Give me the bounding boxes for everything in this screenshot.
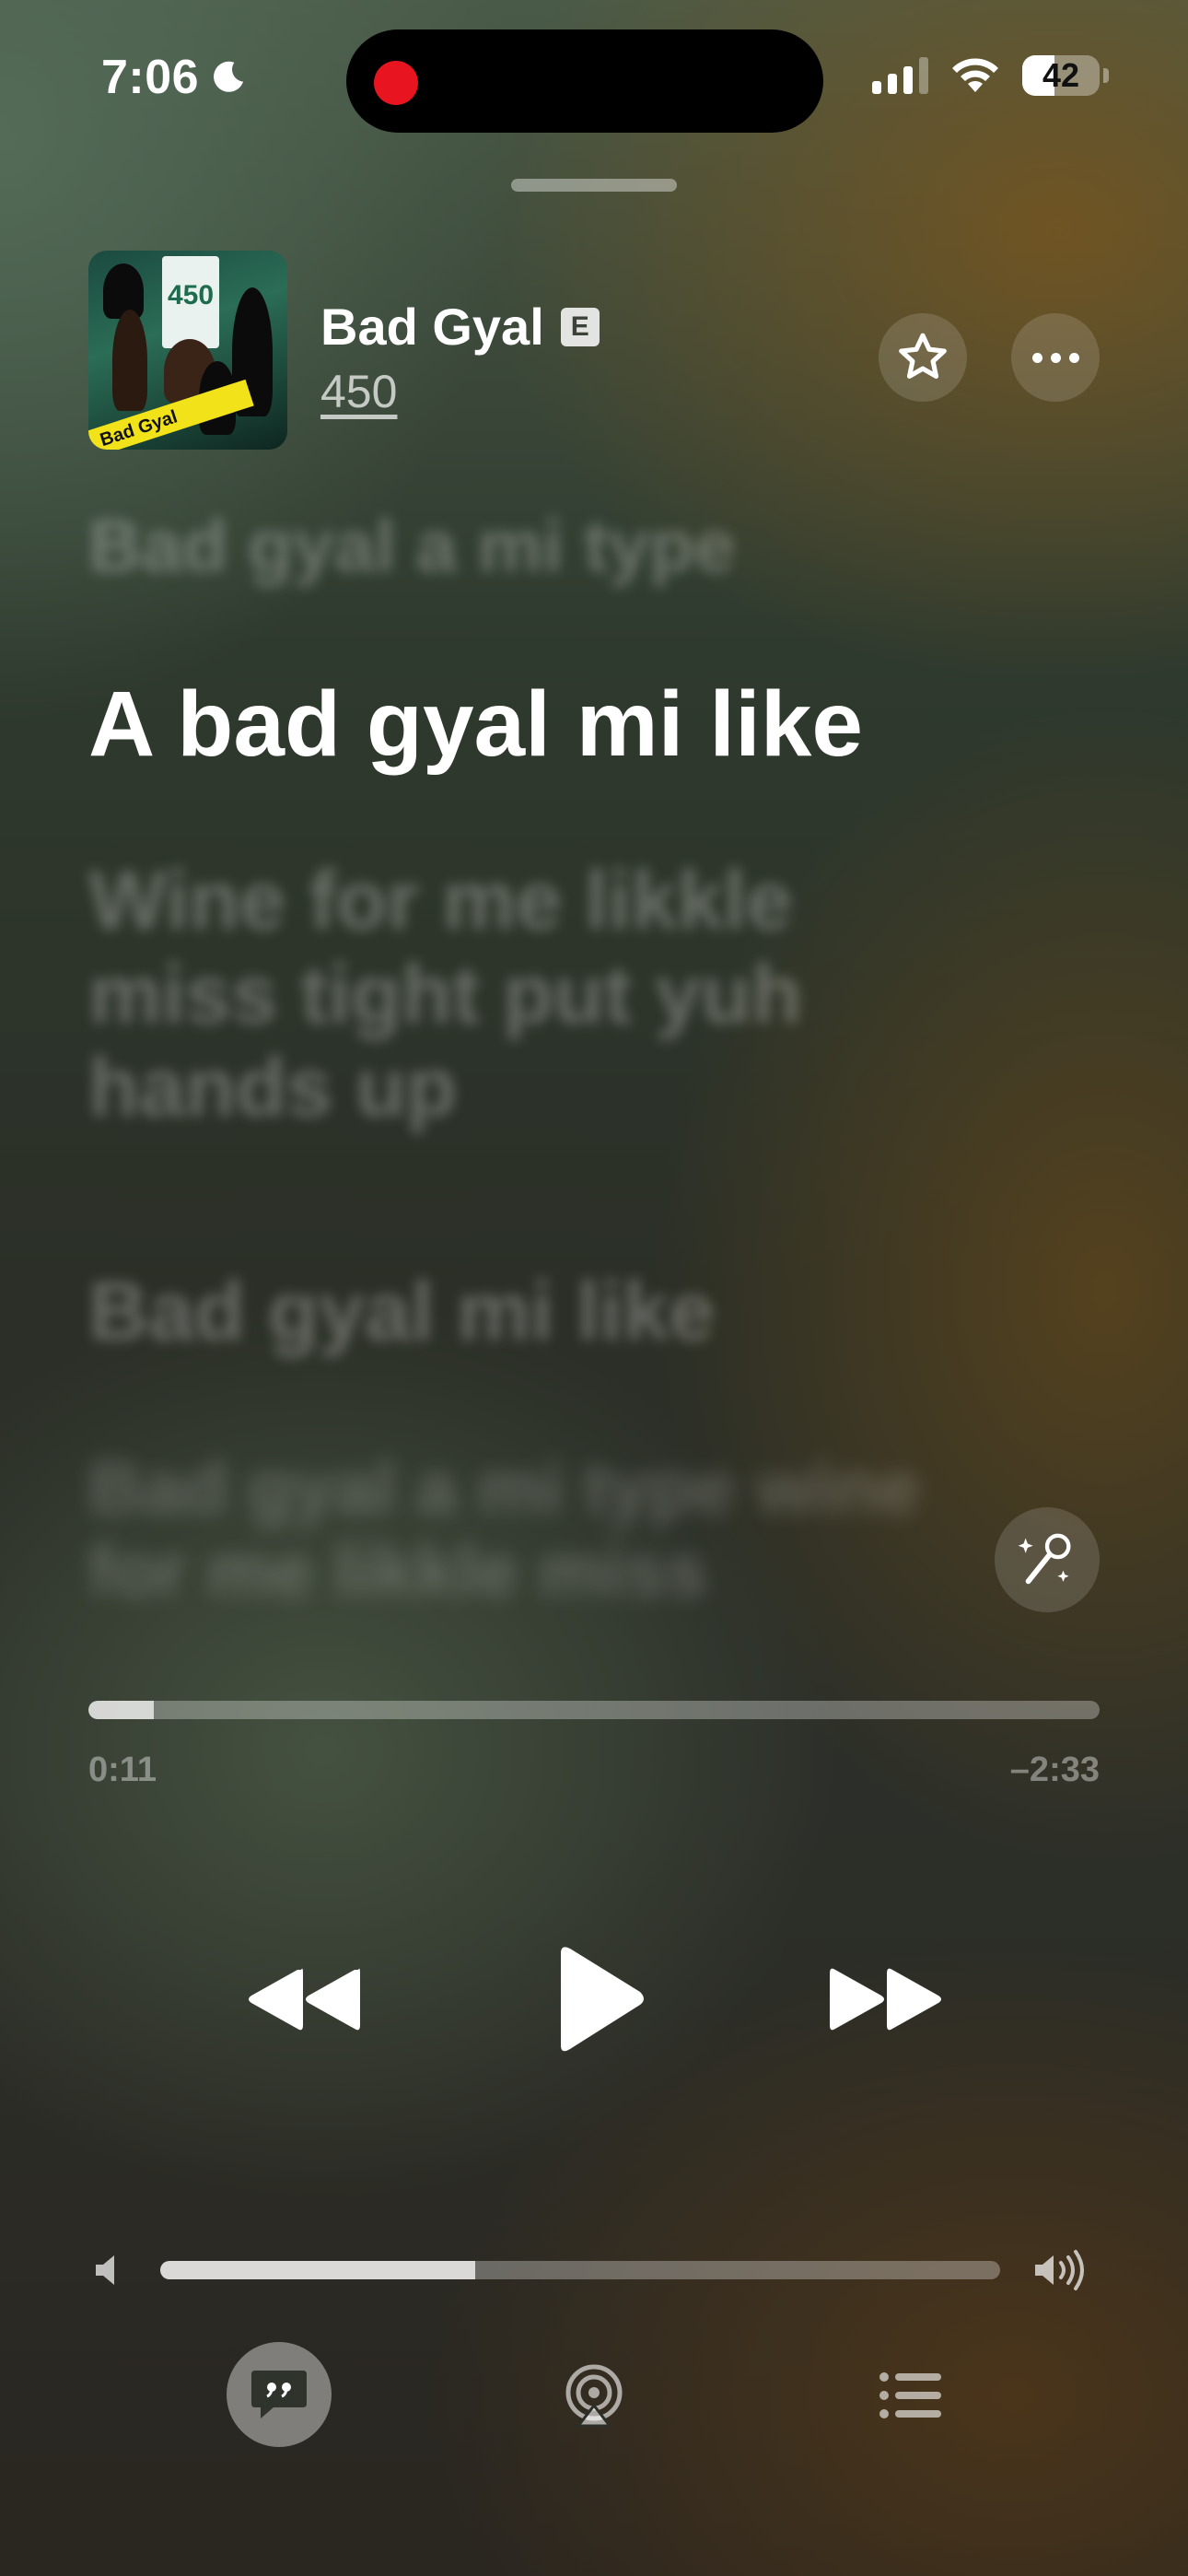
lyric-line-previous[interactable]: Bad gyal a mi type	[88, 505, 735, 588]
status-indicators: 42	[872, 55, 1109, 96]
album-artwork[interactable]: 450 Bad Gyal	[88, 251, 287, 450]
dynamic-island[interactable]	[346, 29, 823, 133]
song-title[interactable]: Bad Gyal E	[320, 297, 600, 357]
battery-nub	[1103, 68, 1109, 83]
remaining-time: –2:33	[1009, 1751, 1100, 1789]
favorite-button[interactable]	[879, 313, 967, 402]
play-icon	[561, 1947, 644, 2052]
wifi-icon	[952, 58, 998, 92]
battery-level: 42	[1042, 56, 1080, 94]
fast-forward-icon	[830, 1968, 941, 2031]
moon-icon	[214, 61, 244, 92]
volume-low-icon	[96, 2255, 114, 2285]
lyric-line-next-3[interactable]: Bad gyal a mi type wine for me likkle mi…	[88, 1446, 1009, 1613]
lyric-line-current[interactable]: A bad gyal mi like	[88, 673, 863, 777]
elapsed-time: 0:11	[88, 1751, 157, 1789]
queue-button[interactable]	[869, 2359, 952, 2432]
quote-bubble-icon	[251, 2371, 307, 2418]
cellular-signal-icon	[872, 57, 928, 94]
artist-link[interactable]: 450	[320, 365, 397, 418]
play-button[interactable]	[525, 1926, 672, 2073]
lyric-line-next-2[interactable]: Bad gyal mi like	[88, 1266, 715, 1360]
more-button[interactable]	[1011, 313, 1100, 402]
list-icon	[879, 2372, 941, 2418]
lyrics-toggle-button[interactable]	[227, 2342, 332, 2447]
status-time: 7:06	[101, 50, 249, 105]
ellipsis-icon	[1031, 352, 1079, 363]
sing-button[interactable]	[995, 1507, 1100, 1612]
battery-icon: 42	[1022, 55, 1100, 96]
artwork-sign: 450	[162, 256, 219, 348]
rewind-icon	[249, 1968, 360, 2031]
volume-slider-fill	[160, 2261, 475, 2279]
star-icon	[899, 333, 947, 379]
volume-slider[interactable]	[160, 2261, 1000, 2279]
explicit-badge: E	[560, 307, 600, 346]
playback-scrubber[interactable]	[88, 1701, 1100, 1719]
fast-forward-button[interactable]	[810, 1944, 958, 2055]
lyric-line-next[interactable]: Wine for me likkle miss tight put yuh ha…	[88, 855, 973, 1136]
sheet-grabber[interactable]	[511, 179, 677, 192]
airplay-icon	[565, 2364, 623, 2428]
song-title-label: Bad Gyal	[320, 298, 544, 356]
rewind-button[interactable]	[230, 1944, 378, 2055]
playback-progress-fill	[88, 1701, 155, 1719]
recording-indicator	[374, 61, 418, 105]
volume-high-icon	[1035, 2250, 1084, 2290]
clock-label: 7:06	[101, 51, 200, 104]
microphone-sparkle-icon	[1018, 1533, 1071, 1585]
airplay-button[interactable]	[553, 2359, 635, 2432]
